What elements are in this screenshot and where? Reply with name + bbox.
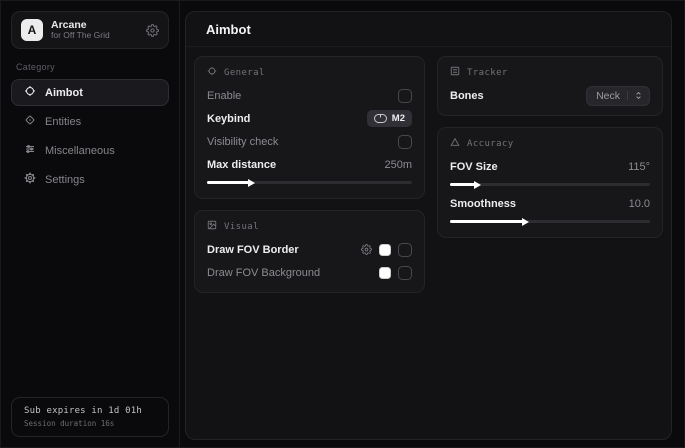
bones-selected-value: Neck xyxy=(596,90,620,102)
smoothness-row: Smoothness 10.0 xyxy=(450,192,650,215)
session-duration-text: Session duration 16s xyxy=(24,419,156,428)
mouse-icon xyxy=(374,114,387,123)
crosshair-icon xyxy=(207,66,217,79)
scan-icon xyxy=(450,66,460,79)
keybind-button[interactable]: M2 xyxy=(367,110,412,127)
sidebar-item-label: Entities xyxy=(45,116,81,128)
slider-thumb[interactable] xyxy=(248,179,255,187)
fov-size-slider[interactable] xyxy=(450,183,650,186)
enable-row: Enable xyxy=(207,84,412,107)
fov-border-color-swatch[interactable] xyxy=(379,244,391,256)
main-panel: Aimbot General Enable xyxy=(185,11,672,440)
bones-label: Bones xyxy=(450,90,484,102)
category-label: Category xyxy=(16,62,164,72)
app-window: A Arcane for Off The Grid Category Aimbo… xyxy=(0,0,685,448)
sidebar-item-label: Settings xyxy=(45,174,85,186)
draw-fov-border-checkbox[interactable] xyxy=(398,243,412,257)
gear-icon[interactable] xyxy=(361,244,372,255)
smoothness-slider[interactable] xyxy=(450,220,650,223)
max-distance-label: Max distance xyxy=(207,159,276,171)
sidebar: A Arcane for Off The Grid Category Aimbo… xyxy=(1,1,180,447)
main-area: Aimbot General Enable xyxy=(180,1,684,447)
max-distance-slider[interactable] xyxy=(207,181,412,184)
keybind-label: Keybind xyxy=(207,113,250,125)
entities-icon xyxy=(24,114,36,129)
draw-fov-border-label: Draw FOV Border xyxy=(207,244,299,256)
visibility-check-checkbox[interactable] xyxy=(398,135,412,149)
visibility-check-label: Visibility check xyxy=(207,136,278,148)
app-logo: A xyxy=(21,19,43,41)
sidebar-item-label: Miscellaneous xyxy=(45,145,115,157)
max-distance-value: 250m xyxy=(384,159,412,171)
image-icon xyxy=(207,220,217,233)
crosshair-icon xyxy=(24,85,36,100)
subscription-info: Sub expires in 1d 01h Session duration 1… xyxy=(11,397,169,437)
enable-checkbox[interactable] xyxy=(398,89,412,103)
app-logo-card: A Arcane for Off The Grid xyxy=(11,11,169,49)
sub-expiry-text: Sub expires in 1d 01h xyxy=(24,406,156,416)
fov-size-label: FOV Size xyxy=(450,161,498,173)
sidebar-item-label: Aimbot xyxy=(45,87,83,99)
card-title: Tracker xyxy=(467,68,508,78)
keybind-row: Keybind M2 xyxy=(207,107,412,130)
tracker-card: Tracker Bones Neck xyxy=(437,56,663,116)
keybind-value: M2 xyxy=(392,113,405,124)
accuracy-card: Accuracy FOV Size 115° Smoothness 10.0 xyxy=(437,127,663,238)
bones-select[interactable]: Neck xyxy=(586,86,650,106)
draw-fov-border-row: Draw FOV Border xyxy=(207,238,412,261)
visual-card: Visual Draw FOV Border xyxy=(194,210,425,293)
visibility-check-row: Visibility check xyxy=(207,130,412,153)
general-card: General Enable Keybind M2 xyxy=(194,56,425,199)
fov-size-value: 115° xyxy=(628,161,650,173)
slider-thumb[interactable] xyxy=(522,218,529,226)
enable-label: Enable xyxy=(207,90,241,102)
draw-fov-background-label: Draw FOV Background xyxy=(207,267,320,279)
fov-background-color-swatch[interactable] xyxy=(379,267,391,279)
card-title: Accuracy xyxy=(467,139,514,149)
sidebar-item-settings[interactable]: Settings xyxy=(11,166,169,193)
card-title: Visual xyxy=(224,222,259,232)
sidebar-item-aimbot[interactable]: Aimbot xyxy=(11,79,169,106)
slider-thumb[interactable] xyxy=(474,181,481,189)
misc-icon xyxy=(24,143,36,158)
triangle-icon xyxy=(450,137,460,150)
page-title: Aimbot xyxy=(186,12,671,47)
smoothness-label: Smoothness xyxy=(450,198,516,210)
unfold-icon xyxy=(627,91,643,100)
app-subtitle: for Off The Grid xyxy=(51,31,110,41)
fov-size-row: FOV Size 115° xyxy=(450,155,650,178)
settings-icon xyxy=(24,172,36,187)
draw-fov-background-checkbox[interactable] xyxy=(398,266,412,280)
draw-fov-background-row: Draw FOV Background xyxy=(207,261,412,284)
sidebar-item-miscellaneous[interactable]: Miscellaneous xyxy=(11,137,169,164)
card-title: General xyxy=(224,68,265,78)
bones-row: Bones Neck xyxy=(450,84,650,107)
smoothness-value: 10.0 xyxy=(629,198,650,210)
gear-icon[interactable] xyxy=(146,24,159,37)
sidebar-item-entities[interactable]: Entities xyxy=(11,108,169,135)
max-distance-row: Max distance 250m xyxy=(207,153,412,176)
